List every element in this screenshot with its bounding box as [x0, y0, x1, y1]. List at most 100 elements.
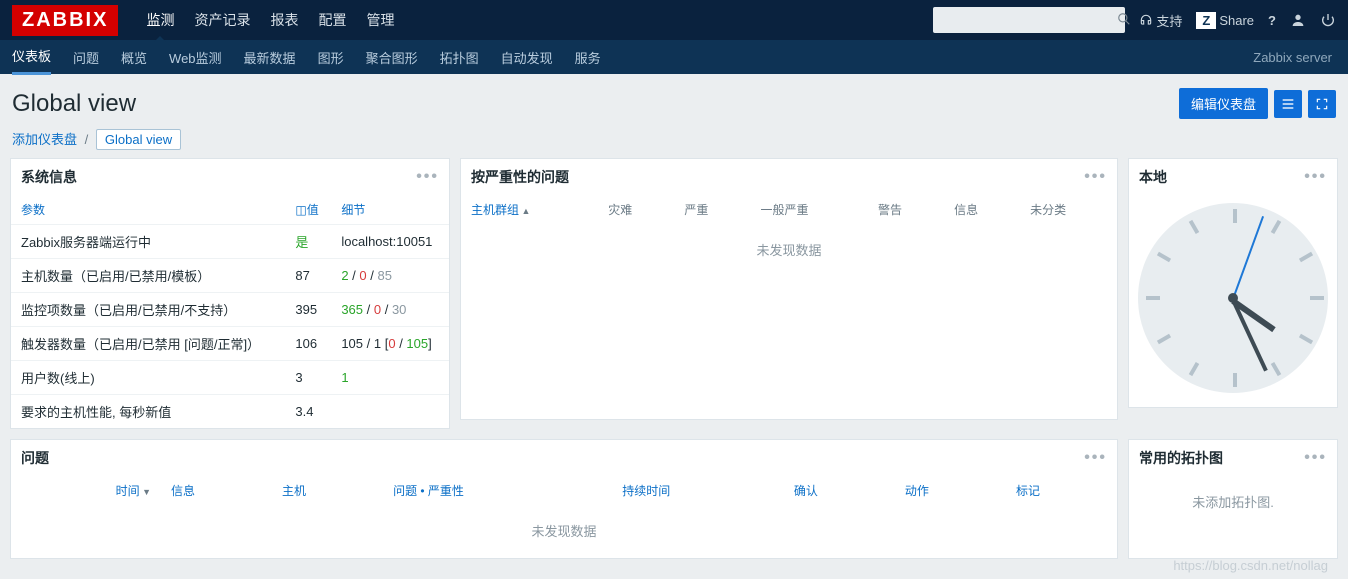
subnav-graphs[interactable]: 图形 — [318, 48, 344, 67]
power-icon[interactable] — [1320, 12, 1336, 28]
prob-hdr-tags[interactable]: 标记 — [1006, 476, 1117, 505]
sysinfo-value: 106 — [285, 327, 331, 361]
server-name[interactable]: Zabbix server — [1253, 50, 1332, 65]
sysinfo-param: 主机数量（已启用/已禁用/模板） — [11, 259, 285, 293]
prob-hdr-host[interactable]: 主机 — [272, 476, 383, 505]
sev-hdr-average: 一般严重 — [750, 195, 868, 224]
prob-hdr-duration[interactable]: 持续时间 — [612, 476, 784, 505]
nav-reports[interactable]: 报表 — [270, 10, 298, 30]
sev-hdr-info: 信息 — [944, 195, 1020, 224]
prob-hdr-ack[interactable]: 确认 — [784, 476, 895, 505]
sysinfo-row: 用户数(线上)31 — [11, 361, 449, 395]
share-link[interactable]: ZShare — [1196, 12, 1254, 29]
help-icon[interactable]: ? — [1268, 13, 1276, 28]
widget-sysinfo: 系统信息 ••• 参数 ◫值 细节 Zabbix服务器端运行中是localhos… — [10, 158, 450, 429]
sysinfo-table: 参数 ◫值 细节 Zabbix服务器端运行中是localhost:10051主机… — [11, 195, 449, 428]
prob-hdr-problem[interactable]: 问题 • 严重性 — [383, 476, 612, 505]
prob-hdr-info[interactable]: 信息 — [161, 476, 272, 505]
subnav-maps[interactable]: 拓扑图 — [440, 48, 479, 67]
sysinfo-detail — [331, 395, 449, 429]
sev-hdr-high: 严重 — [674, 195, 750, 224]
sev-hdr-disaster: 灾难 — [598, 195, 674, 224]
maps-empty: 未添加拓扑图. — [1129, 476, 1337, 527]
sysinfo-hdr-value[interactable]: ◫值 — [285, 195, 331, 225]
search-box[interactable] — [933, 7, 1125, 33]
logo[interactable]: ZABBIX — [12, 5, 118, 36]
nav-monitoring[interactable]: 监测 — [146, 10, 174, 30]
edit-dashboard-button[interactable]: 编辑仪表盘 — [1179, 88, 1268, 119]
headset-icon — [1139, 13, 1153, 27]
sysinfo-row: 主机数量（已启用/已禁用/模板）872 / 0 / 85 — [11, 259, 449, 293]
share-label: Share — [1219, 13, 1254, 28]
subnav-overview[interactable]: 概览 — [121, 48, 147, 67]
clock-menu-icon[interactable]: ••• — [1304, 168, 1327, 186]
prob-hdr-time[interactable]: 时间 — [11, 476, 161, 505]
expand-icon — [1315, 97, 1329, 111]
search-input[interactable] — [941, 13, 1117, 28]
title-bar: Global view 编辑仪表盘 — [0, 74, 1348, 129]
sysinfo-row: 要求的主机性能, 每秒新值3.4 — [11, 395, 449, 429]
widget-problems: 问题 ••• 时间 信息 主机 问题 • 严重性 持续时间 确认 动作 标记 未… — [10, 439, 1118, 559]
clock-second-hand — [1232, 216, 1264, 299]
subnav-web[interactable]: Web监测 — [169, 48, 222, 67]
bc-current[interactable]: Global view — [96, 129, 181, 150]
sysinfo-detail: localhost:10051 — [331, 225, 449, 259]
menu-button[interactable] — [1274, 90, 1302, 118]
maps-menu-icon[interactable]: ••• — [1304, 449, 1327, 467]
sysinfo-param: Zabbix服务器端运行中 — [11, 225, 285, 259]
user-icon[interactable] — [1290, 12, 1306, 28]
severity-nodata: 未发现数据 — [461, 224, 1117, 275]
sev-hdr-warning: 警告 — [868, 195, 944, 224]
sysinfo-title: 系统信息 — [21, 167, 416, 187]
severity-menu-icon[interactable]: ••• — [1084, 168, 1107, 186]
clock-title: 本地 — [1139, 167, 1304, 187]
sysinfo-row: Zabbix服务器端运行中是localhost:10051 — [11, 225, 449, 259]
problems-title: 问题 — [21, 448, 1084, 468]
subnav-dashboard[interactable]: 仪表板 — [12, 46, 51, 75]
sysinfo-param: 用户数(线上) — [11, 361, 285, 395]
sub-nav: 仪表板 问题 概览 Web监测 最新数据 图形 聚合图形 拓扑图 自动发现 服务… — [0, 40, 1348, 74]
sysinfo-value: 87 — [285, 259, 331, 293]
support-label: 支持 — [1156, 11, 1182, 30]
support-link[interactable]: 支持 — [1139, 11, 1182, 30]
sysinfo-value: 3 — [285, 361, 331, 395]
sysinfo-param: 要求的主机性能, 每秒新值 — [11, 395, 285, 429]
sev-hdr-hostgroup[interactable]: 主机群组 — [461, 195, 598, 224]
nav-inventory[interactable]: 资产记录 — [194, 10, 250, 30]
sysinfo-detail: 105 / 1 [0 / 105] — [331, 327, 449, 361]
watermark: https://blog.csdn.net/nollag — [1173, 558, 1328, 573]
prob-hdr-action[interactable]: 动作 — [895, 476, 1006, 505]
sysinfo-row: 触发器数量（已启用/已禁用 [问题/正常]）106105 / 1 [0 / 10… — [11, 327, 449, 361]
nav-config[interactable]: 配置 — [318, 10, 346, 30]
problems-nodata: 未发现数据 — [11, 505, 1117, 556]
severity-title: 按严重性的问题 — [471, 167, 1084, 187]
sysinfo-detail: 365 / 0 / 30 — [331, 293, 449, 327]
subnav-latest[interactable]: 最新数据 — [244, 48, 296, 67]
subnav-discovery[interactable]: 自动发现 — [501, 48, 553, 67]
search-icon[interactable] — [1117, 12, 1131, 29]
subnav-problems[interactable]: 问题 — [73, 48, 99, 67]
widget-clock: 本地 ••• — [1128, 158, 1338, 408]
sysinfo-hdr-detail[interactable]: 细节 — [331, 195, 449, 225]
sysinfo-param: 监控项数量（已启用/已禁用/不支持） — [11, 293, 285, 327]
breadcrumb: 添加仪表盘 / Global view — [0, 129, 1348, 158]
sysinfo-row: 监控项数量（已启用/已禁用/不支持）395365 / 0 / 30 — [11, 293, 449, 327]
subnav-screens[interactable]: 聚合图形 — [366, 48, 418, 67]
top-nav: ZABBIX 监测 资产记录 报表 配置 管理 支持 ZShare ? — [0, 0, 1348, 40]
clock-face — [1138, 203, 1328, 393]
bc-add-dashboard[interactable]: 添加仪表盘 — [12, 132, 77, 147]
problems-menu-icon[interactable]: ••• — [1084, 449, 1107, 467]
sysinfo-hdr-param[interactable]: 参数 — [11, 195, 285, 225]
fullscreen-button[interactable] — [1308, 90, 1336, 118]
sysinfo-value: 是 — [285, 225, 331, 259]
sysinfo-value: 3.4 — [285, 395, 331, 429]
sev-hdr-notclassified: 未分类 — [1020, 195, 1117, 224]
widget-severity: 按严重性的问题 ••• 主机群组 灾难 严重 一般严重 警告 信息 未分类 未发… — [460, 158, 1118, 420]
subnav-services[interactable]: 服务 — [575, 48, 601, 67]
hamburger-icon — [1280, 96, 1296, 112]
sysinfo-detail: 1 — [331, 361, 449, 395]
nav-admin[interactable]: 管理 — [366, 10, 394, 30]
widget-maps: 常用的拓扑图 ••• 未添加拓扑图. — [1128, 439, 1338, 559]
page-title: Global view — [12, 90, 1179, 118]
sysinfo-menu-icon[interactable]: ••• — [416, 168, 439, 186]
